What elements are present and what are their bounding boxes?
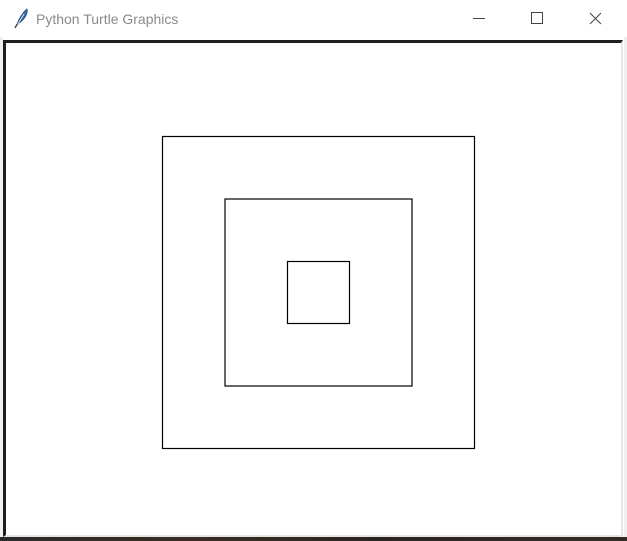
window-title: Python Turtle Graphics	[36, 11, 179, 27]
maximize-button[interactable]	[508, 0, 566, 37]
turtle-window: Python Turtle Graphics	[0, 0, 627, 541]
turtle-drawing	[161, 135, 476, 450]
inner-square	[286, 260, 351, 325]
title-bar[interactable]: Python Turtle Graphics	[0, 0, 627, 37]
outer-square	[161, 135, 476, 450]
desktop-background-strip	[0, 537, 627, 541]
minimize-button[interactable]	[450, 0, 508, 37]
close-icon	[589, 12, 602, 25]
maximize-icon	[531, 12, 543, 24]
feather-icon	[12, 8, 30, 29]
minimize-icon	[473, 18, 485, 19]
close-button[interactable]	[567, 0, 625, 37]
middle-square	[224, 198, 413, 387]
